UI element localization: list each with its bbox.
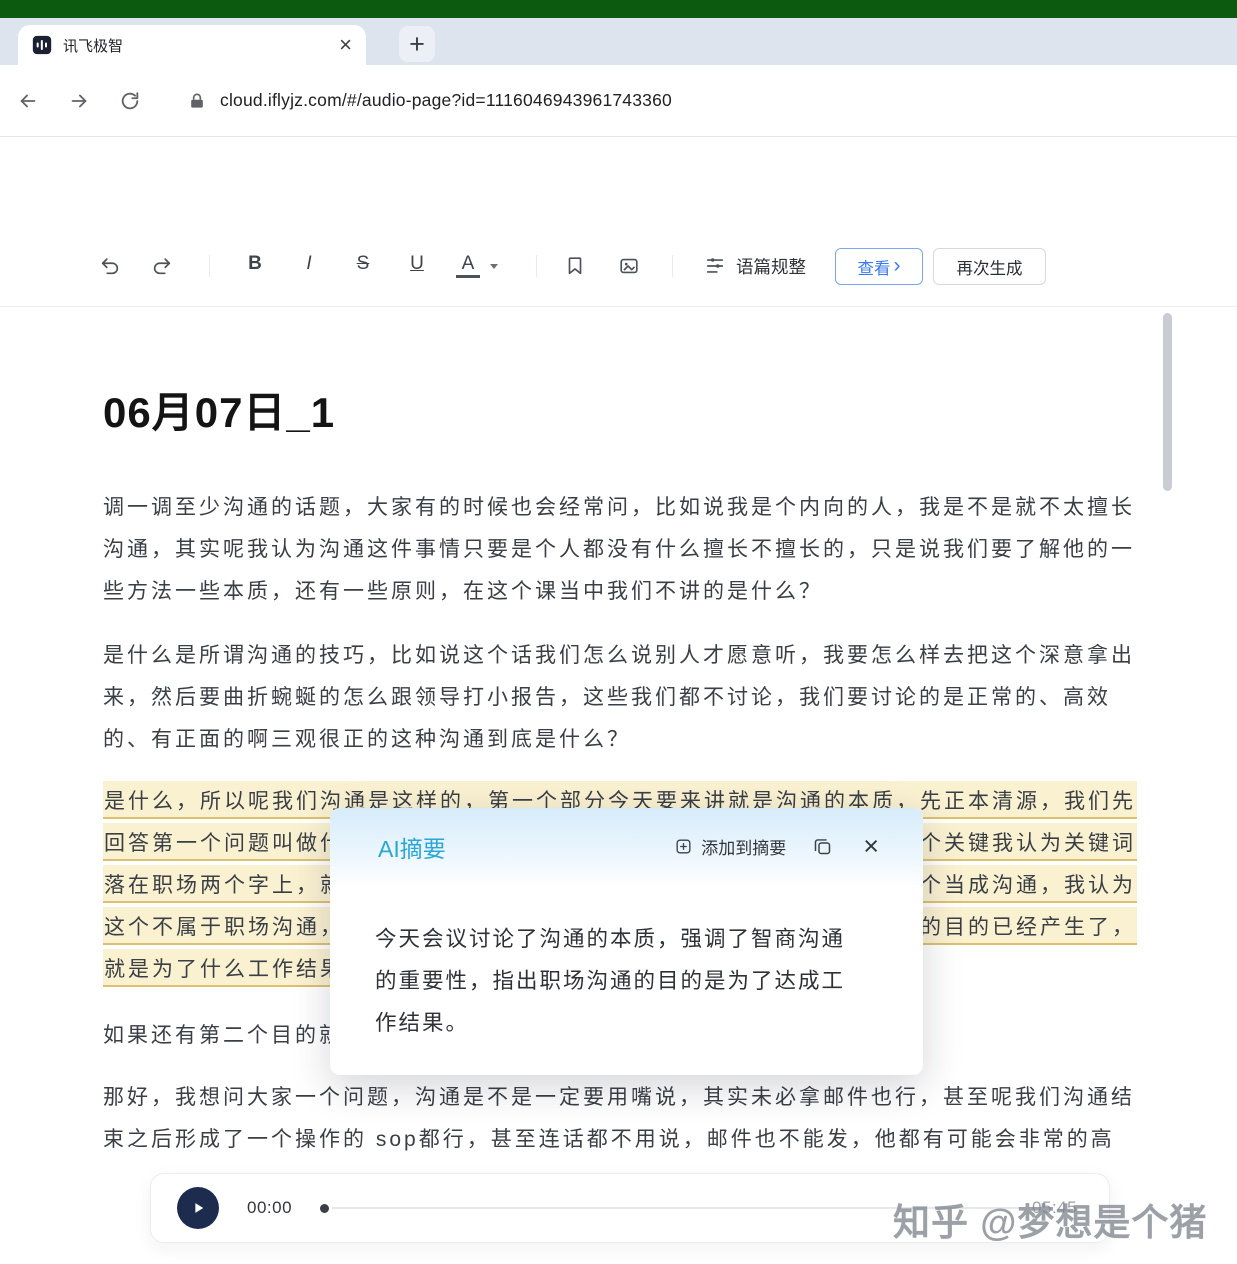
- chevron-down-icon[interactable]: [490, 264, 498, 269]
- view-button[interactable]: 查看 ›: [835, 248, 923, 285]
- new-tab-button[interactable]: +: [399, 26, 435, 62]
- highlighted-text: 这个不属于职场沟通，: [103, 907, 345, 945]
- play-icon: [189, 1199, 207, 1217]
- document-scroll-area: 06月07日_1 调一调至少沟通的话题，大家有的时候也会经常问，比如说我是个内向…: [0, 307, 1237, 1264]
- url-field[interactable]: cloud.iflyjz.com/#/audio-page?id=1116046…: [220, 90, 672, 111]
- toolbar-separator: [672, 255, 673, 277]
- text-line: 些方法一些本质，还有一些原则，在这个课当中我们不讲的是什么？: [103, 569, 1137, 611]
- regenerate-button[interactable]: 再次生成: [933, 248, 1046, 285]
- font-color-button[interactable]: A: [456, 253, 480, 278]
- forward-icon[interactable]: [68, 90, 90, 112]
- paragraph[interactable]: 是什么是所谓沟通的技巧，比如说这个话我们怎么说别人才愿意听，我要怎么样去把这个深…: [103, 633, 1137, 759]
- view-button-label: 查看: [858, 255, 891, 279]
- paragraph[interactable]: 调一调至少沟通的话题，大家有的时候也会经常问，比如说我是个内向的人，我是不是就不…: [103, 485, 1137, 611]
- browser-tab[interactable]: 讯飞极智 ×: [18, 25, 366, 65]
- highlighted-text: 的目的已经产生了，: [919, 907, 1137, 945]
- discourse-format-icon[interactable]: [704, 255, 726, 277]
- toolbar-separator: [536, 255, 537, 277]
- document-title: 06月07日_1: [103, 379, 335, 440]
- strikethrough-button[interactable]: S: [351, 253, 375, 275]
- play-button[interactable]: [177, 1187, 219, 1229]
- browser-window: 讯飞极智 × + cloud.iflyjz.com/#/audio-page?i…: [0, 0, 1237, 1264]
- current-time: 00:00: [247, 1198, 292, 1218]
- reload-icon[interactable]: [119, 90, 141, 112]
- window-top-strip: [0, 0, 1237, 18]
- text-line: 调一调至少沟通的话题，大家有的时候也会经常问，比如说我是个内向的人，我是不是就不…: [103, 485, 1137, 527]
- text-line: 来，然后要曲折蜿蜒的怎么跟领导打小报告，这些我们都不讨论，我们要讨论的是正常的、…: [103, 675, 1137, 717]
- site-favicon-icon: [32, 35, 52, 55]
- ai-summary-title: AI摘要: [378, 830, 446, 864]
- add-to-summary-icon: [674, 837, 693, 856]
- italic-button[interactable]: I: [297, 253, 321, 275]
- progress-handle[interactable]: [320, 1204, 329, 1213]
- copy-icon[interactable]: [812, 836, 833, 857]
- add-to-summary-button[interactable]: 添加到摘要: [674, 834, 786, 859]
- address-bar: cloud.iflyjz.com/#/audio-page?id=1116046…: [0, 65, 1237, 137]
- underline-button[interactable]: U: [405, 253, 429, 275]
- lock-icon[interactable]: [187, 91, 207, 111]
- tab-title: 讯飞极智: [63, 35, 123, 56]
- text-line: 束之后形成了一个操作的 sop都行，甚至连话都不用说，邮件也不能发，他都有可能会…: [103, 1117, 1137, 1159]
- redo-icon[interactable]: [151, 255, 173, 277]
- close-icon[interactable]: ×: [863, 833, 879, 860]
- highlighted-text: 就是为了什么工作结果: [103, 949, 345, 987]
- app-header: 06月07日_1 最近修改：06月07日 16:54 星火认知: [0, 137, 1237, 225]
- paragraph[interactable]: 那好，我想问大家一个问题，沟通是不是一定要用嘴说，其实未必拿邮件也行，甚至呢我们…: [103, 1075, 1137, 1159]
- chevron-right-icon: ›: [894, 255, 901, 276]
- text-line: 那好，我想问大家一个问题，沟通是不是一定要用嘴说，其实未必拿邮件也行，甚至呢我们…: [103, 1075, 1137, 1117]
- toolbar-separator: [209, 255, 210, 277]
- editor-surface[interactable]: 06月07日_1 调一调至少沟通的话题，大家有的时候也会经常问，比如说我是个内向…: [103, 307, 1137, 1264]
- highlighted-text: 个当成沟通，我认为: [919, 865, 1137, 903]
- ai-summary-body: 今天会议讨论了沟通的本质，强调了智商沟通的重要性，指出职场沟通的目的是为了达成工…: [330, 885, 923, 1044]
- highlighted-text: 回答第一个问题叫做什: [103, 823, 345, 861]
- undo-icon[interactable]: [99, 255, 121, 277]
- discourse-format-button[interactable]: 语篇规整: [736, 254, 806, 279]
- tab-bar: 讯飞极智 × +: [0, 18, 1237, 65]
- text-line: 的、有正面的啊三观很正的这种沟通到底是什么？: [103, 717, 1137, 759]
- highlighted-text: 落在职场两个字上，就: [103, 865, 345, 903]
- back-icon[interactable]: [17, 90, 39, 112]
- watermark-text: 知乎 @梦想是个猪: [893, 1192, 1207, 1246]
- ai-summary-modal-header: AI摘要 添加到摘要 ×: [330, 808, 923, 885]
- image-icon[interactable]: [618, 255, 640, 277]
- add-to-summary-label: 添加到摘要: [701, 834, 786, 859]
- text-line: 沟通，其实呢我认为沟通这件事情只要是个人都没有什么擅长不擅长的，只是说我们要了解…: [103, 527, 1137, 569]
- bookmark-icon[interactable]: [564, 255, 586, 277]
- ai-summary-modal: AI摘要 添加到摘要 × 今天会议讨论了沟通的本质，强调了智商沟通的重要性，指出…: [330, 808, 923, 1075]
- text-line: 是什么是所谓沟通的技巧，比如说这个话我们怎么说别人才愿意听，我要怎么样去把这个深…: [103, 633, 1137, 675]
- scrollbar-thumb[interactable]: [1163, 313, 1172, 491]
- highlighted-text: 个关键我认为关键词: [919, 823, 1137, 861]
- tab-close-icon[interactable]: ×: [339, 34, 352, 56]
- format-toolbar: B I S U A 语篇规整 查看 › 再次生成: [0, 225, 1237, 307]
- bold-button[interactable]: B: [243, 253, 267, 275]
